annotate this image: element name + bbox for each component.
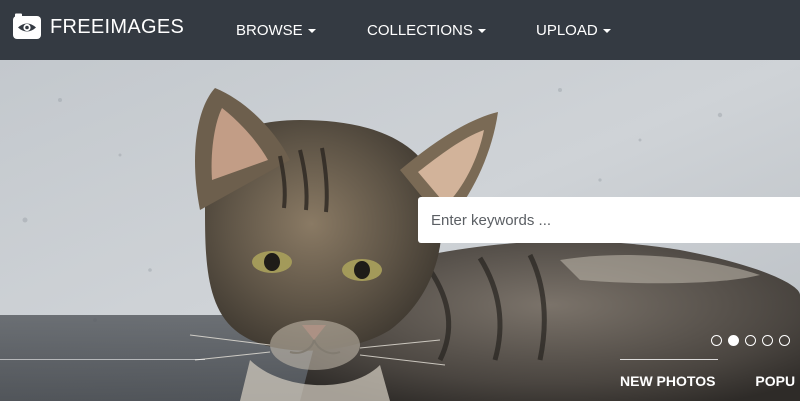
carousel-dot[interactable] bbox=[779, 335, 790, 346]
caret-down-icon bbox=[307, 29, 316, 33]
caret-down-icon bbox=[477, 29, 486, 33]
tab-new-photos[interactable]: NEW PHOTOS bbox=[620, 373, 715, 389]
nav-collections-label: COLLECTIONS bbox=[367, 21, 473, 39]
divider-line bbox=[0, 359, 205, 360]
camera-eye-icon bbox=[13, 13, 41, 39]
carousel-dot[interactable] bbox=[745, 335, 756, 346]
caret-down-icon bbox=[602, 29, 611, 33]
nav-browse-label: BROWSE bbox=[236, 21, 303, 39]
carousel-dots bbox=[711, 335, 790, 346]
brand-logo[interactable]: FREEIMAGES bbox=[12, 13, 184, 41]
active-tab-indicator bbox=[620, 359, 718, 360]
hero-banner: NEW PHOTOS POPU bbox=[0, 60, 800, 401]
brand-name: FREEIMAGES bbox=[50, 16, 185, 38]
nav-upload-label: UPLOAD bbox=[536, 21, 598, 39]
photo-tabs: NEW PHOTOS POPU bbox=[620, 373, 795, 389]
tab-popular[interactable]: POPU bbox=[755, 373, 795, 389]
carousel-dot-active[interactable] bbox=[728, 335, 739, 346]
search-box bbox=[418, 197, 800, 243]
nav-collections-menu[interactable]: COLLECTIONS bbox=[367, 0, 486, 60]
search-input[interactable] bbox=[418, 197, 800, 243]
nav-upload-menu[interactable]: UPLOAD bbox=[536, 0, 611, 60]
nav-browse-menu[interactable]: BROWSE bbox=[236, 0, 316, 60]
page: FREEIMAGES BROWSE COLLECTIONS UPLOAD Ent… bbox=[0, 0, 800, 401]
top-navbar: FREEIMAGES BROWSE COLLECTIONS UPLOAD bbox=[0, 0, 800, 60]
carousel-dot[interactable] bbox=[762, 335, 773, 346]
carousel-dot[interactable] bbox=[711, 335, 722, 346]
